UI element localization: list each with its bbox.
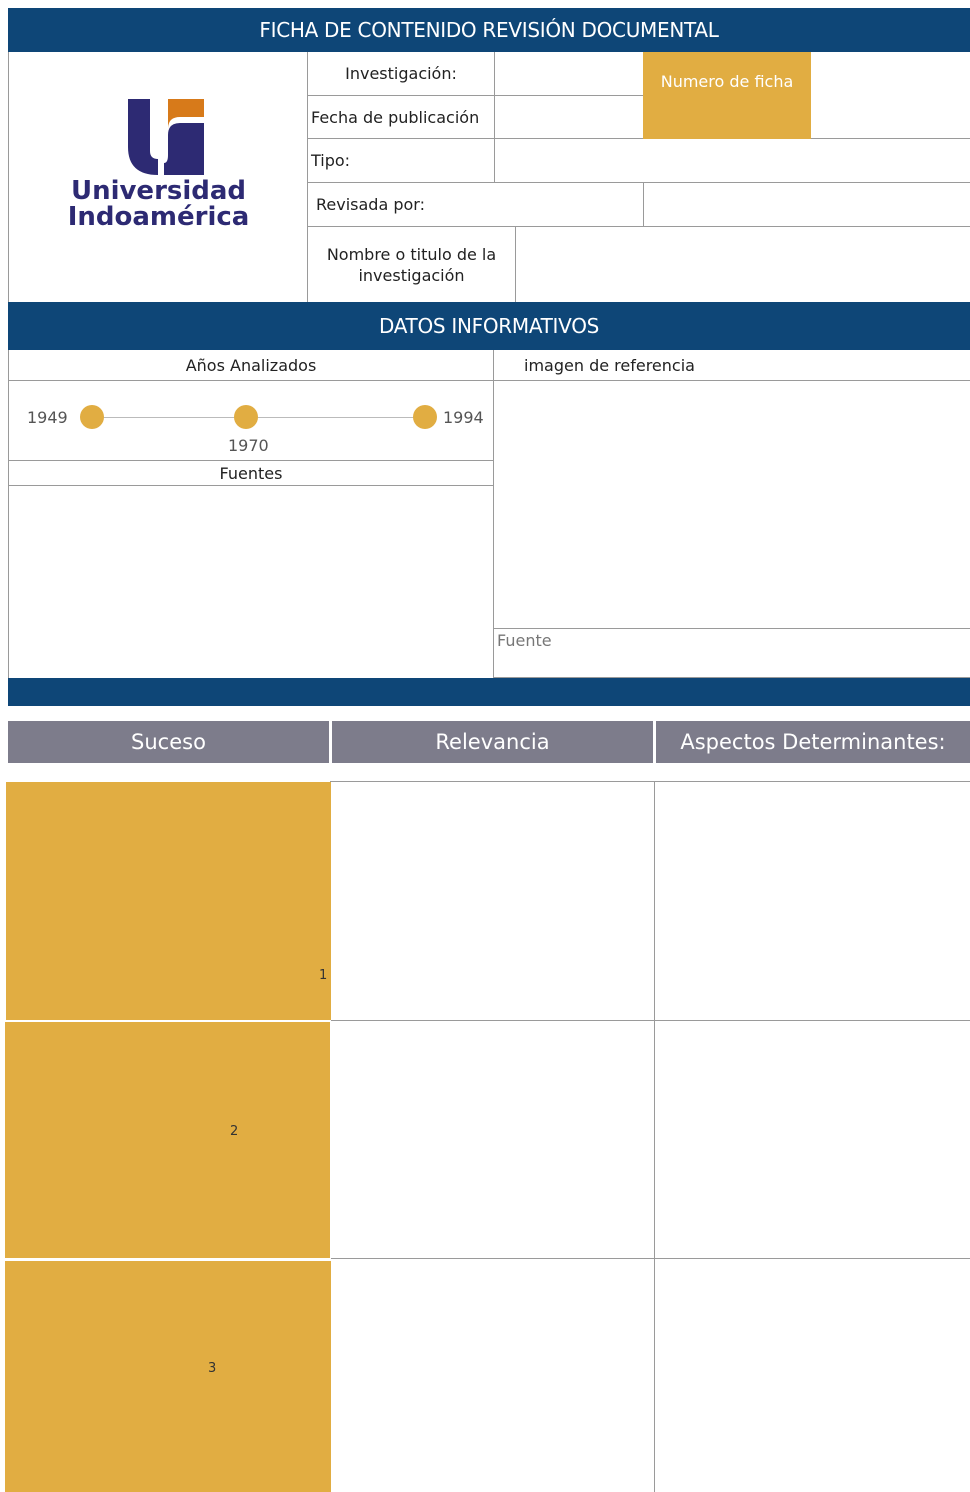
- field-tipo-label: Tipo:: [307, 139, 494, 183]
- table-row: 2: [5, 1022, 330, 1258]
- numero-ficha-cell: Numero de ficha: [643, 52, 811, 139]
- aspectos-cell-2[interactable]: [655, 1021, 970, 1259]
- anios-label: Años Analizados: [185, 355, 317, 375]
- row-number: 3: [208, 1361, 217, 1376]
- form-title-bar: FICHA DE CONTENIDO REVISIÓN DOCUMENTAL: [8, 8, 970, 52]
- left-border: [8, 52, 9, 302]
- fuentes-header: Fuentes: [9, 460, 493, 486]
- table-row: 3: [5, 1261, 331, 1492]
- timeline-year-3: 1994: [443, 408, 484, 427]
- field-fecha-label: Fecha de publicación: [307, 96, 494, 139]
- revisada-label: Revisada por:: [316, 195, 425, 214]
- logo-line-2: Indoamérica: [67, 202, 250, 232]
- aspectos-cell-1[interactable]: [655, 782, 970, 1021]
- timeline-year-1: 1949: [27, 408, 68, 427]
- table-header-relevancia: Relevancia: [332, 721, 653, 763]
- logo-line-1: Universidad: [70, 176, 247, 206]
- timeline-dot-1949: [80, 405, 104, 429]
- tipo-label: Tipo:: [311, 151, 351, 170]
- field-tipo-value[interactable]: [494, 139, 970, 183]
- field-revisada-label: Revisada por:: [307, 183, 643, 227]
- logo-text: Universidad Indoamérica: [10, 178, 307, 230]
- field-nombre-value[interactable]: [515, 227, 970, 302]
- field-investigacion-value[interactable]: [494, 52, 643, 96]
- datos-footer-bar: [8, 678, 970, 706]
- field-investigacion-label: Investigación:: [307, 52, 494, 96]
- timeline-year-2: 1970: [228, 436, 269, 455]
- investigacion-label: Investigación:: [345, 64, 457, 83]
- fuentes-label: Fuentes: [219, 463, 283, 483]
- numero-ficha-label: Numero de ficha: [660, 72, 794, 91]
- timeline: 1949 1970 1994: [9, 381, 493, 461]
- field-revisada-value[interactable]: [643, 183, 970, 227]
- datos-title: DATOS INFORMATIVOS: [378, 314, 600, 338]
- university-logo-icon: [128, 99, 204, 175]
- datos-bar: DATOS INFORMATIVOS: [8, 302, 970, 350]
- suceso-header-label: Suceso: [131, 730, 206, 754]
- form-title: FICHA DE CONTENIDO REVISIÓN DOCUMENTAL: [259, 18, 719, 42]
- logo-area: Universidad Indoamérica: [10, 52, 307, 302]
- fuente-label: Fuente: [497, 631, 552, 650]
- relevancia-cell-2[interactable]: [331, 1021, 654, 1259]
- field-nombre-label: Nombre o titulo de la investigación: [307, 227, 515, 302]
- relevancia-header-label: Relevancia: [435, 730, 550, 754]
- table-header-suceso: Suceso: [8, 721, 329, 763]
- imagen-referencia-area[interactable]: [494, 381, 970, 628]
- nombre-label: Nombre o titulo de la investigación: [326, 244, 497, 285]
- aspectos-header-label: Aspectos Determinantes:: [680, 730, 946, 754]
- timeline-dot-1994: [413, 405, 437, 429]
- row-number: 2: [230, 1124, 239, 1139]
- row-number: 1: [319, 968, 328, 983]
- timeline-dot-1970: [234, 405, 258, 429]
- table-row: 1: [6, 782, 331, 1020]
- aspectos-cell-3[interactable]: [655, 1259, 970, 1492]
- anios-header: Años Analizados: [9, 350, 493, 381]
- relevancia-cell-1[interactable]: [331, 782, 654, 1021]
- timeline-line: [91, 417, 425, 418]
- fecha-label: Fecha de publicación: [311, 107, 480, 127]
- fuentes-content[interactable]: [9, 486, 493, 678]
- relevancia-cell-3[interactable]: [331, 1259, 654, 1492]
- imagen-label: imagen de referencia: [524, 355, 695, 375]
- fuente-cell: Fuente: [494, 628, 970, 678]
- field-fecha-value[interactable]: [494, 96, 643, 139]
- imagen-header: imagen de referencia: [494, 350, 970, 381]
- numero-ficha-value[interactable]: [811, 96, 970, 139]
- table-header-aspectos: Aspectos Determinantes:: [656, 721, 970, 763]
